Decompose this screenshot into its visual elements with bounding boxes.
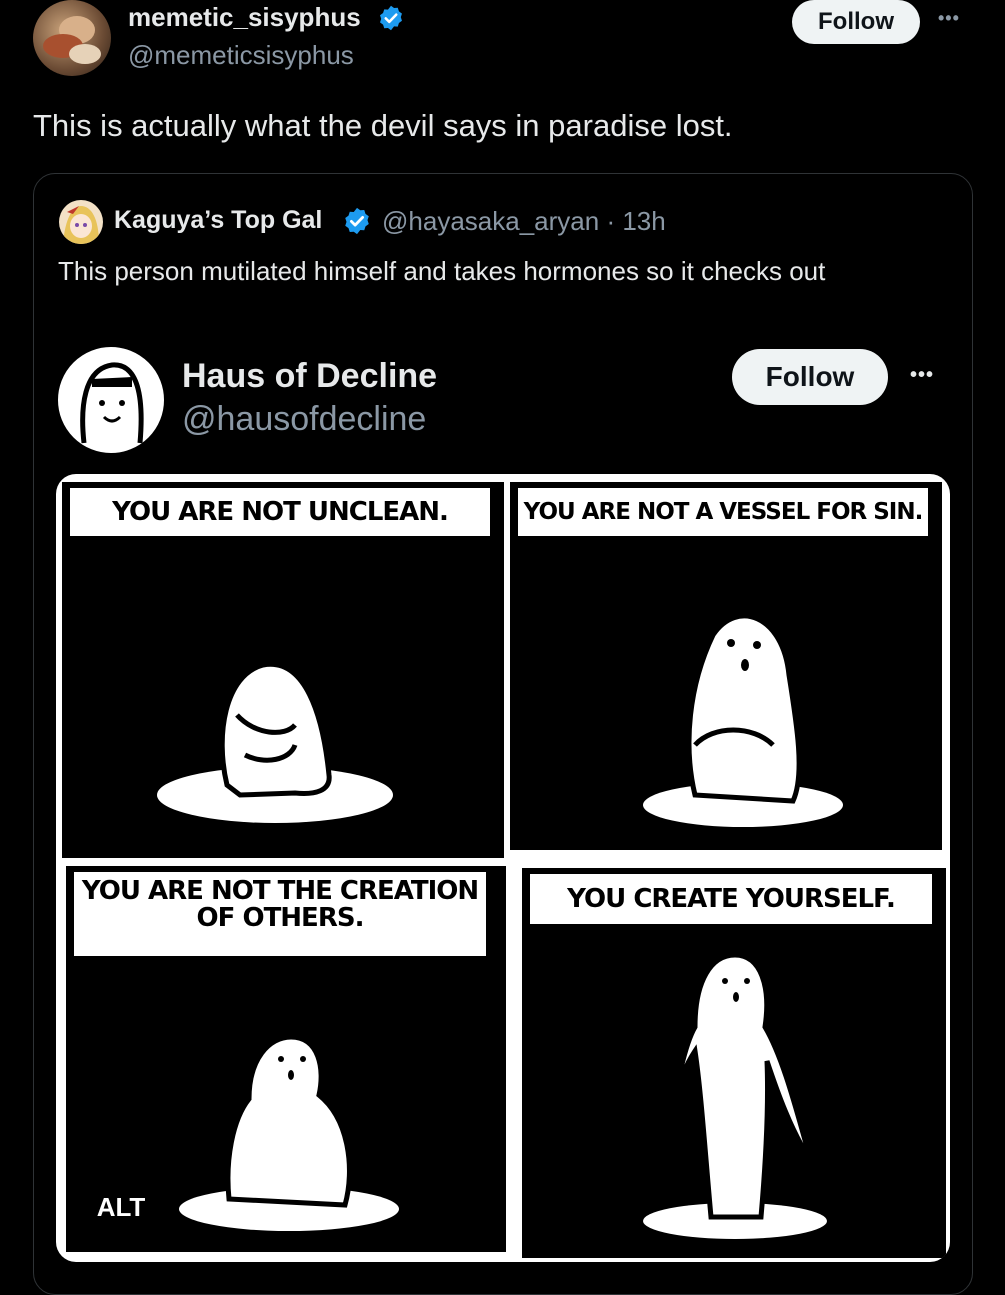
quoted-author-avatar[interactable] — [59, 200, 103, 244]
comic-panel-3: YOU ARE NOT THE CREATION OF OTHERS. ALT — [66, 866, 506, 1252]
comic-image[interactable]: YOU ARE NOT UNCLEAN. YOU ARE NOT A VESSE… — [56, 474, 950, 1262]
more-options-icon[interactable]: ••• — [938, 8, 960, 29]
author-handle[interactable]: @memeticsisyphus — [128, 40, 354, 71]
comic-panel-2: YOU ARE NOT A VESSEL FOR SIN. — [510, 482, 942, 850]
embedded-more-options-icon: ••• — [910, 364, 935, 386]
standing-figure-image — [643, 952, 827, 1239]
embedded-follow-button: Follow — [732, 349, 888, 405]
huddled-figure-image — [157, 661, 393, 823]
panel-caption: YOU ARE NOT A VESSEL FOR SIN. — [515, 485, 931, 539]
follow-button[interactable]: Follow — [792, 0, 920, 44]
embedded-author-handle: @hausofdecline — [182, 400, 427, 438]
quoted-meta: @hayasaka_aryan · 13h — [382, 206, 666, 237]
quoted-timestamp[interactable]: 13h — [622, 206, 665, 236]
tweet-text: This is actually what the devil says in … — [33, 108, 733, 143]
quoted-tweet-text: This person mutilated himself and takes … — [58, 256, 826, 286]
panel-caption: YOU ARE NOT UNCLEAN. — [67, 485, 493, 539]
panel-caption: YOU CREATE YOURSELF. — [527, 871, 935, 927]
meta-separator: · — [606, 206, 616, 236]
quoted-verified-badge-icon — [342, 206, 372, 236]
sitting-figure-image — [643, 613, 843, 827]
comic-panel-1: YOU ARE NOT UNCLEAN. — [62, 482, 504, 858]
anime-avatar-image — [63, 206, 99, 244]
alt-text-badge[interactable]: ALT — [85, 1185, 157, 1229]
author-name[interactable]: memetic_sisyphus — [128, 2, 361, 33]
rising-figure-image — [179, 1034, 399, 1231]
quoted-author-handle[interactable]: @hayasaka_aryan — [382, 206, 599, 236]
verified-badge-icon — [377, 4, 405, 32]
doodle-face-icon — [80, 362, 144, 444]
panel-caption: YOU ARE NOT THE CREATION OF OTHERS. — [71, 869, 489, 959]
avatar-image — [43, 16, 101, 64]
author-avatar[interactable] — [33, 0, 111, 76]
embedded-author-name: Haus of Decline — [182, 357, 438, 395]
embedded-author-avatar — [56, 345, 166, 455]
comic-panel-4: YOU CREATE YOURSELF. — [522, 868, 946, 1258]
quoted-author-name[interactable]: Kaguya’s Top Gal — [114, 206, 322, 235]
